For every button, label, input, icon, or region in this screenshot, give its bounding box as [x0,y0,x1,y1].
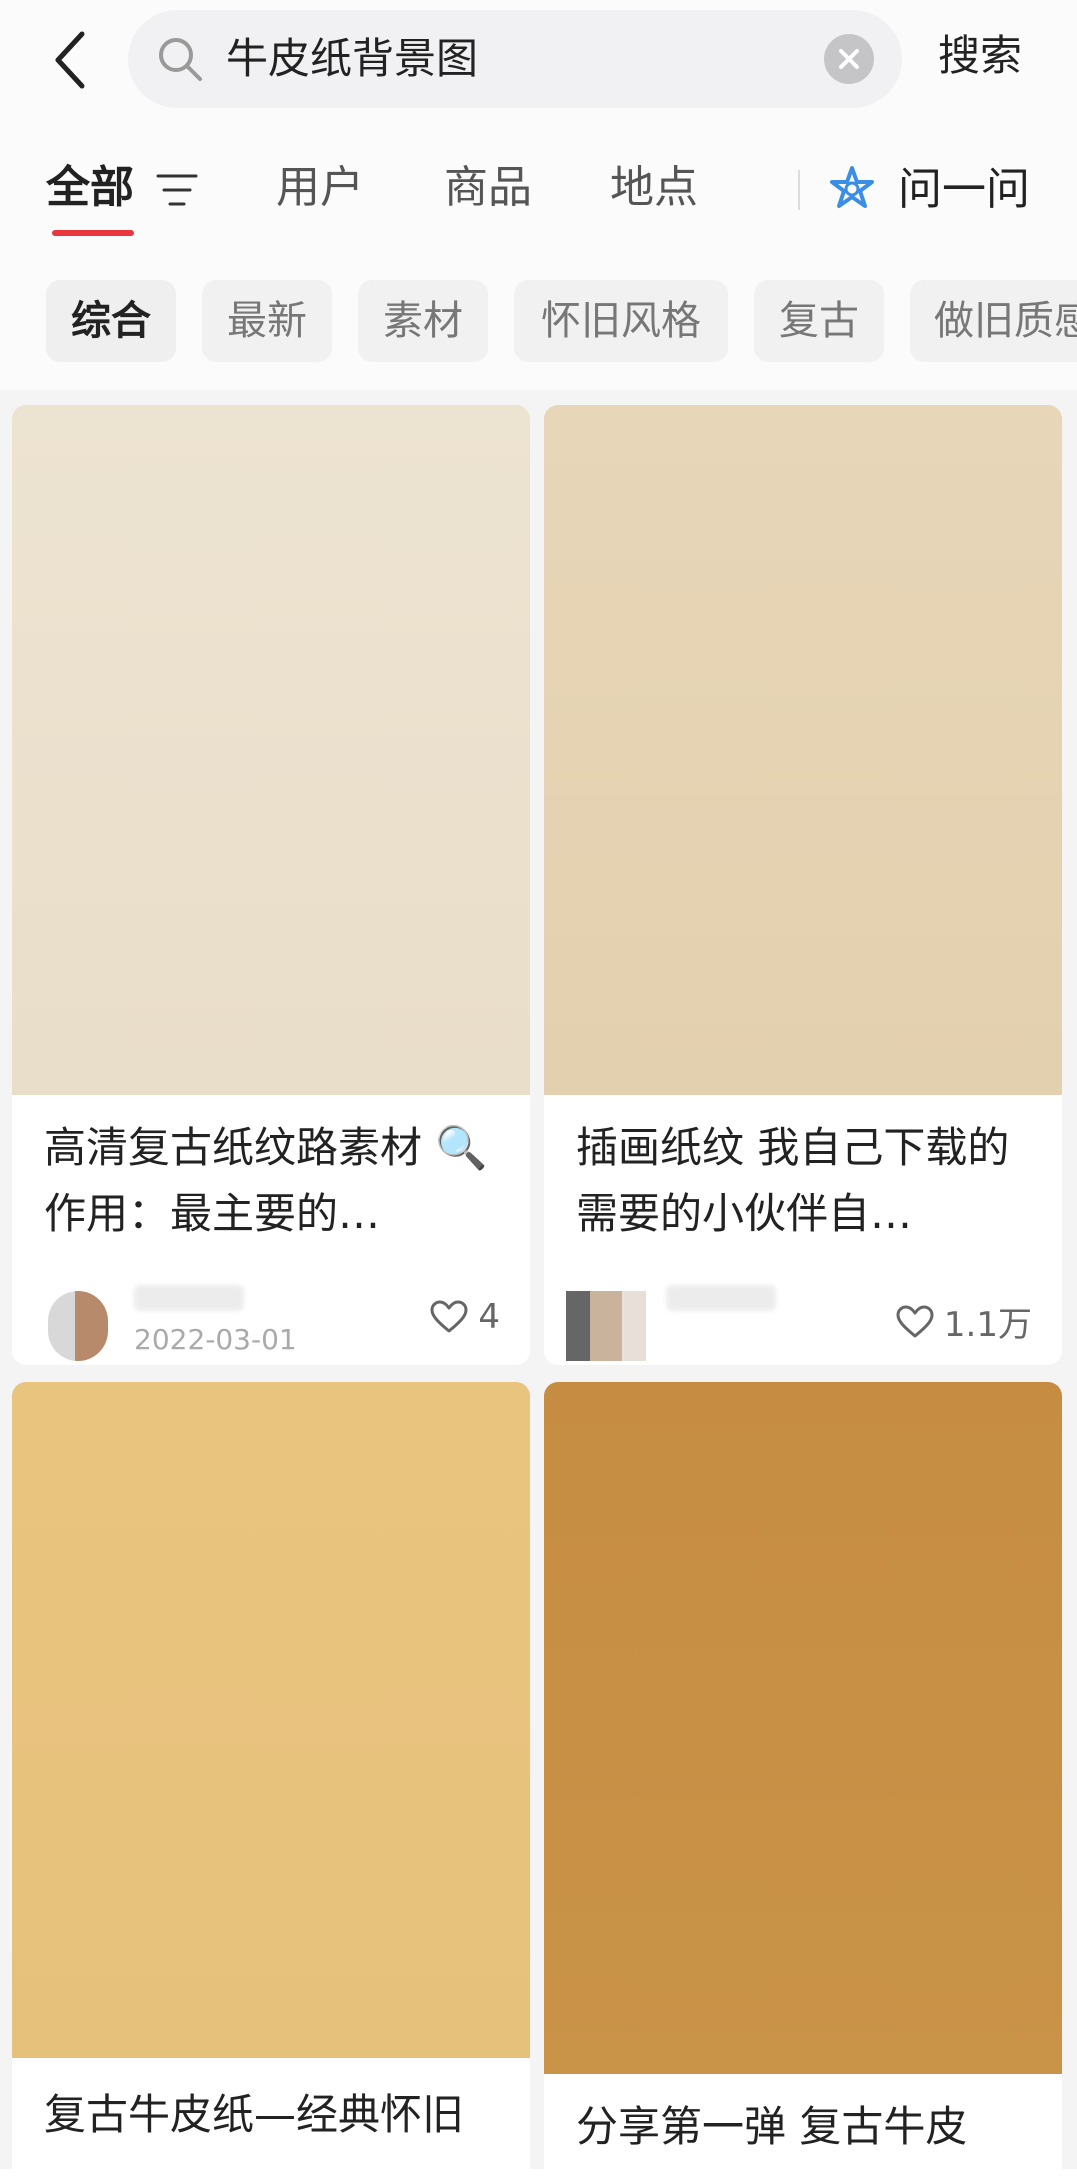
like-button[interactable]: 1.1万 [896,1297,1032,1346]
back-button[interactable] [40,20,100,100]
avatar [48,1291,108,1361]
chip-comprehensive[interactable]: 综合 [46,280,176,362]
post-date: 2022-03-01 [134,1323,297,1356]
post-image [544,1382,1062,2074]
filter-chips: 综合 最新 素材 怀旧风格 复古 做旧质感 [0,250,1077,390]
author-name-blurred [134,1285,244,1311]
tab-divider [798,170,800,210]
search-box[interactable]: 牛皮纸背景图 [128,10,902,108]
clear-search-button[interactable] [824,34,874,84]
ask-label: 问一问 [898,164,1030,215]
search-icon [159,38,202,81]
tab-places[interactable]: 地点 [610,160,698,216]
like-count: 4 [478,1297,500,1337]
post-image [544,405,1062,1095]
post-title: 复古牛皮纸—经典怀旧 [44,2090,465,2139]
author-name-blurred [666,1285,776,1311]
tab-users[interactable]: 用户 [276,160,364,216]
search-input[interactable]: 牛皮纸背景图 [226,34,478,84]
post-image [12,405,530,1095]
result-type-tabs: 全部 用户 商品 地点 问一问 [0,120,1077,250]
post-card[interactable]: 插画纸纹 我自己下载的 需要的小伙伴自… 1.1万 [544,405,1062,1365]
post-card[interactable]: 分享第一弹 复古牛皮 [544,1382,1062,2182]
chip-latest[interactable]: 最新 [202,280,332,362]
chevron-left-icon [55,31,85,89]
tab-all[interactable]: 全部 [46,160,134,216]
ask-button[interactable]: 问一问 [826,162,1030,218]
top-bar: 牛皮纸背景图 搜索 [0,0,1077,120]
post-meta: 1.1万 [544,1285,1062,1365]
post-card[interactable]: 复古牛皮纸—经典怀旧 [12,1382,530,2182]
heart-icon [430,1300,468,1333]
close-icon [839,49,859,69]
sparkle-star-icon [830,166,874,208]
tab-products[interactable]: 商品 [444,160,532,216]
post-title: 高清复古纸纹路素材 🔍作用：最主要的… [44,1123,488,1238]
active-tab-indicator [52,230,134,236]
like-button[interactable]: 4 [430,1297,500,1337]
post-title: 分享第一弹 复古牛皮 [576,2102,968,2151]
like-count: 1.1万 [943,1305,1032,1345]
filter-icon[interactable] [156,172,198,208]
heart-icon [896,1305,934,1337]
post-image [12,1382,530,2058]
post-card[interactable]: 高清复古纸纹路素材 🔍作用：最主要的… 2022-03-01 4 [12,405,530,1365]
post-title: 插画纸纹 我自己下载的 需要的小伙伴自… [576,1123,1010,1238]
chip-material[interactable]: 素材 [358,280,488,362]
results-feed: 高清复古纸纹路素材 🔍作用：最主要的… 2022-03-01 4 插画纸纹 我自… [0,390,1077,2182]
avatar [566,1291,646,1361]
post-meta: 2022-03-01 4 [12,1285,530,1365]
chip-aged-texture[interactable]: 做旧质感 [910,280,1077,362]
chip-retro[interactable]: 复古 [754,280,884,362]
chip-nostalgic-style[interactable]: 怀旧风格 [514,280,728,362]
search-submit-button[interactable]: 搜索 [938,30,1022,82]
